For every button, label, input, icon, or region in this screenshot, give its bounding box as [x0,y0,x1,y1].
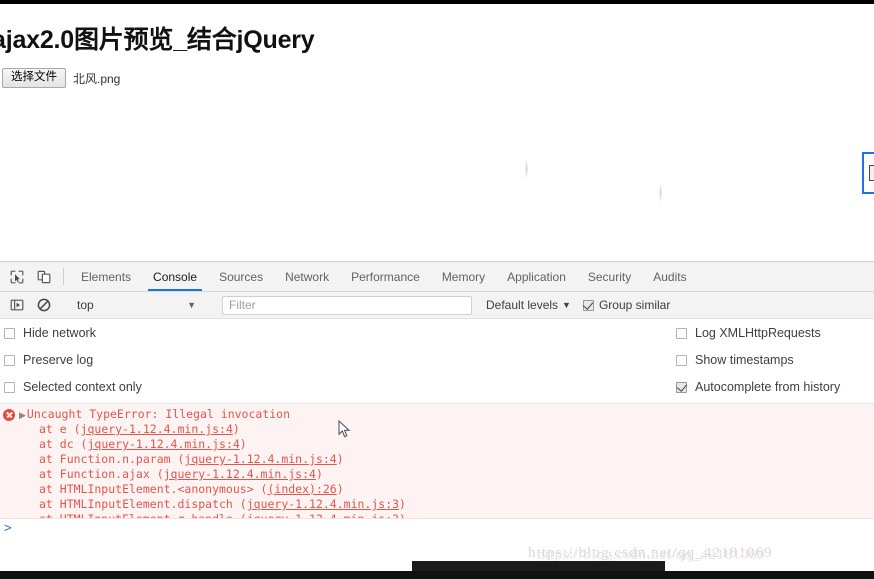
stack-frame: at HTMLInputElement.<anonymous> ((index)… [39,482,874,497]
console-settings-pane: Hide network Preserve log Selected conte… [0,319,874,404]
error-header[interactable]: ▶ Uncaught TypeError: Illegal invocation [0,406,874,422]
tab-performance[interactable]: Performance [340,262,431,291]
stack-frame: at e (jquery-1.12.4.min.js:4) [39,422,874,437]
tab-security[interactable]: Security [577,262,642,291]
setting-label: Preserve log [23,353,94,367]
stack-frame-text: at e ( [39,422,81,436]
setting-preserve-log[interactable]: Preserve log [4,352,142,368]
stack-frame-tail: ) [336,482,344,496]
stack-frame: at dc (jquery-1.12.4.min.js:4) [39,437,874,452]
stack-frame-text: at HTMLInputElement.<anonymous> ( [39,482,268,496]
console-prompt-caret: > [4,521,12,536]
group-similar-toggle[interactable]: Group similar [582,298,671,312]
chevron-down-icon: ▼ [562,300,571,310]
stack-frame-location[interactable]: jquery-1.12.4.min.js:4 [87,437,239,451]
tab-application[interactable]: Application [496,262,577,291]
stack-frame-location[interactable]: jquery-1.12.4.min.js:3 [247,497,399,511]
log-xhr-checkbox[interactable] [676,327,687,339]
render-artifact [659,183,662,203]
setting-autocomplete-from-history[interactable]: Autocomplete from history [676,379,840,395]
show-timestamps-checkbox[interactable] [676,354,687,366]
bottom-bar [0,571,874,579]
console-toolbar: top ▼ Default levels ▼ Group similar [0,292,874,319]
image-preview-placeholder [862,152,874,194]
setting-label: Autocomplete from history [695,380,841,394]
stack-frame-tail: ) [232,422,240,436]
render-artifact [525,159,528,179]
setting-hide-network[interactable]: Hide network [4,325,142,341]
execution-context-value: top [77,298,94,312]
page-viewport: ajax2.0图片预览_结合jQuery 选择文件 北风.png [0,4,874,261]
broken-image-icon [868,165,874,181]
stack-frame-location[interactable]: jquery-1.12.4.min.js:4 [81,422,233,436]
choose-file-button[interactable]: 选择文件 [2,68,66,88]
console-settings-right-column: Log XMLHttpRequests Show timestamps Auto… [676,325,840,395]
stack-frame-text: at HTMLInputElement.dispatch ( [39,497,247,511]
stack-frame-text: at dc ( [39,437,88,451]
error-icon [3,409,15,421]
preserve-log-checkbox[interactable] [4,354,15,366]
stack-frame-tail: ) [239,437,247,451]
tab-memory[interactable]: Memory [431,262,496,291]
devtools-tabbar: Elements Console Sources Network Perform… [0,262,874,292]
setting-label: Hide network [23,326,96,340]
setting-selected-context-only[interactable]: Selected context only [4,379,142,395]
tab-sources[interactable]: Sources [208,262,274,291]
error-stack-trace: at e (jquery-1.12.4.min.js:4) at dc (jqu… [0,422,874,527]
devtools-panel: Elements Console Sources Network Perform… [0,261,874,561]
tab-network[interactable]: Network [274,262,340,291]
stack-frame: at Function.n.param (jquery-1.12.4.min.j… [39,452,874,467]
stack-frame-location[interactable]: (index):26 [267,482,336,496]
tab-console[interactable]: Console [142,262,208,291]
setting-log-xmlhttprequests[interactable]: Log XMLHttpRequests [676,325,840,341]
setting-label: Selected context only [23,380,142,394]
setting-label: Show timestamps [695,353,794,367]
log-levels-label: Default levels [486,298,559,312]
stack-frame-tail: ) [315,467,323,481]
expand-triangle-icon[interactable]: ▶ [19,409,26,421]
console-settings-left-column: Hide network Preserve log Selected conte… [4,325,142,395]
file-upload-control[interactable]: 选择文件 北风.png [2,68,120,88]
console-error-message[interactable]: ▶ Uncaught TypeError: Illegal invocation… [0,404,874,532]
group-similar-label: Group similar [598,298,671,312]
toolbar-divider [63,268,64,285]
group-similar-checkbox[interactable] [582,299,594,311]
console-message-list: ▶ Uncaught TypeError: Illegal invocation… [0,404,874,543]
log-levels-dropdown[interactable]: Default levels ▼ [486,298,571,312]
stack-frame-location[interactable]: jquery-1.12.4.min.js:4 [184,452,336,466]
console-filter-input[interactable] [222,295,472,315]
selected-context-only-checkbox[interactable] [4,381,15,393]
tab-audits[interactable]: Audits [642,262,697,291]
stack-frame: at HTMLInputElement.dispatch (jquery-1.1… [39,497,874,512]
setting-label: Log XMLHttpRequests [695,326,821,340]
autocomplete-from-history-checkbox[interactable] [676,381,687,393]
error-title: Uncaught TypeError: Illegal invocation [26,407,291,421]
stack-frame-tail: ) [399,497,406,511]
clear-console-icon[interactable] [30,298,57,312]
console-prompt-row[interactable]: > [0,518,874,543]
selected-file-name: 北风.png [73,71,121,86]
chevron-down-icon: ▼ [187,300,196,310]
bottom-bar-inner [412,561,665,571]
stack-frame-tail: ) [336,452,344,466]
hide-network-checkbox[interactable] [4,327,15,339]
stack-frame-text: at Function.ajax ( [39,467,164,481]
console-sidebar-icon[interactable] [3,298,30,312]
stack-frame-location[interactable]: jquery-1.12.4.min.js:4 [164,467,316,481]
devtools-tab-list: Elements Console Sources Network Perform… [70,262,698,291]
inspect-element-icon[interactable] [3,262,30,291]
tab-elements[interactable]: Elements [70,262,142,291]
stack-frame: at Function.ajax (jquery-1.12.4.min.js:4… [39,467,874,482]
stack-frame-text: at Function.n.param ( [39,452,185,466]
page-title: ajax2.0图片预览_结合jQuery [0,26,315,54]
setting-show-timestamps[interactable]: Show timestamps [676,352,840,368]
device-toolbar-icon[interactable] [30,262,57,291]
execution-context-dropdown[interactable]: top ▼ [70,295,200,315]
